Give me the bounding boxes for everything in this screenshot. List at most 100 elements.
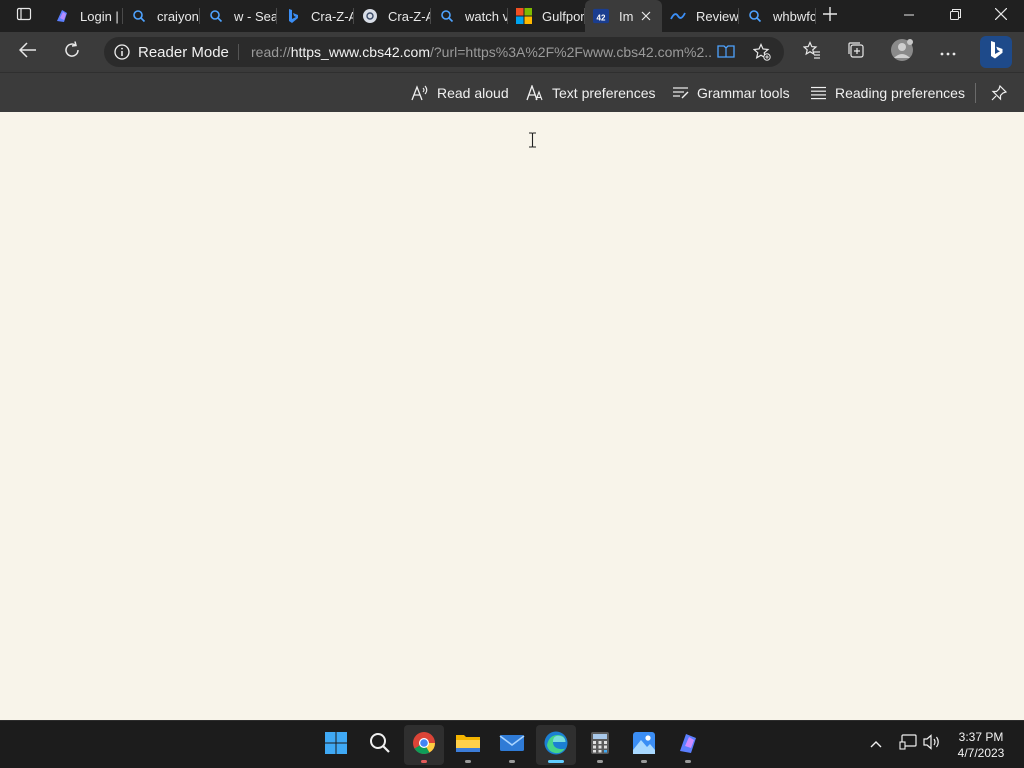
read-aloud-label: Read aloud <box>437 85 509 101</box>
taskbar-calculator[interactable] <box>580 725 620 765</box>
info-icon <box>114 44 130 60</box>
tab-whbwfc[interactable]: whbwfc <box>739 0 816 32</box>
reader-mode-label: Reader Mode <box>138 43 229 61</box>
search-icon <box>131 8 147 24</box>
favorites-button[interactable] <box>796 36 828 68</box>
restore-button[interactable] <box>932 0 978 32</box>
tab-cra-z-a-site[interactable]: Cra-Z-A <box>354 0 431 32</box>
refresh-button[interactable] <box>56 36 88 68</box>
tab-label: craiyon <box>157 8 199 24</box>
pin-toolbar-button[interactable] <box>991 83 1015 103</box>
taskbar-chrome[interactable] <box>404 725 444 765</box>
settings-more-button[interactable] <box>932 36 964 68</box>
file-explorer-icon <box>455 732 481 759</box>
add-favorite-icon[interactable] <box>752 42 772 62</box>
taskbar-clock[interactable]: 3:37 PM 4/7/2023 <box>948 729 1014 761</box>
plus-icon <box>823 6 837 26</box>
address-bar[interactable]: Reader Mode read://https_www.cbs42.com/?… <box>104 37 784 67</box>
taskbar-mail[interactable] <box>492 725 532 765</box>
microsoft-icon <box>516 8 532 24</box>
read-aloud-icon <box>411 85 429 101</box>
url-prefix: read:// <box>251 44 291 60</box>
taskbar-search-button[interactable] <box>360 725 400 765</box>
network-icon <box>899 733 917 755</box>
bing-chat-button[interactable] <box>980 36 1012 68</box>
clock-time: 3:37 PM <box>958 730 1004 744</box>
url-host: https_www.cbs42.com <box>290 44 430 60</box>
search-icon <box>747 8 763 24</box>
chevron-up-icon <box>870 735 882 753</box>
back-arrow-icon <box>18 41 37 63</box>
tab-w-search[interactable]: w - Sea <box>200 0 277 32</box>
read-aloud-button[interactable]: Read aloud <box>411 83 509 103</box>
taskbar-edge[interactable] <box>536 725 576 765</box>
grammar-tools-label: Grammar tools <box>697 85 790 101</box>
profile-button[interactable] <box>886 36 918 68</box>
navigation-bar: Reader Mode read://https_www.cbs42.com/?… <box>0 32 1024 72</box>
taskbar-file-explorer[interactable] <box>448 725 488 765</box>
close-window-button[interactable] <box>978 0 1024 32</box>
calculator-icon <box>590 731 610 760</box>
avatar <box>890 38 914 67</box>
copilot-icon <box>676 731 700 760</box>
back-button[interactable] <box>12 36 44 68</box>
tab-craiyon[interactable]: craiyon <box>123 0 200 32</box>
tab-login[interactable]: Login | <box>46 0 123 32</box>
tab-cra-z-a-bing[interactable]: Cra-Z-A <box>277 0 354 32</box>
tab-actions-button[interactable] <box>8 4 40 28</box>
close-tab-icon[interactable] <box>638 8 654 24</box>
tab-gulfport[interactable]: Gulfpor <box>508 0 585 32</box>
refresh-icon <box>63 40 81 64</box>
minimize-button[interactable] <box>886 0 932 32</box>
url-text[interactable]: read://https_www.cbs42.com/?url=https%3A… <box>251 44 711 60</box>
clock-date: 4/7/2023 <box>957 746 1005 760</box>
tab-label: Review <box>696 8 739 24</box>
search-icon <box>369 732 391 759</box>
tab-label: watch v <box>465 8 508 24</box>
collections-button[interactable] <box>840 36 872 68</box>
reader-mode-indicator[interactable]: Reader Mode <box>114 43 229 61</box>
search-icon <box>208 8 224 24</box>
favorites-icon <box>802 40 821 64</box>
grammar-tools-button[interactable]: Grammar tools <box>672 83 790 103</box>
reader-toolbar: Read aloud Text preferences Grammar tool… <box>0 72 1024 112</box>
windows-start-icon <box>325 731 347 759</box>
close-icon <box>994 7 1008 25</box>
immersive-reader-icon[interactable] <box>716 42 736 62</box>
tab-list: Login | craiyon w - Sea Cra-Z-A Cra-Z-A … <box>46 0 816 32</box>
minimize-icon <box>904 7 914 25</box>
reading-preferences-icon <box>810 86 827 100</box>
tab-label: Cra-Z-A <box>311 8 354 24</box>
grammar-tools-icon <box>672 86 689 100</box>
bing-icon <box>987 40 1005 65</box>
url-rest: /?url=https%3A%2F%2Fwww.cbs42.com%2... <box>430 44 711 60</box>
tab-cbs42-active[interactable]: 42 Im <box>585 0 662 32</box>
site-icon <box>362 8 378 24</box>
text-preferences-button[interactable]: Text preferences <box>526 83 656 103</box>
volume-icon <box>923 733 941 755</box>
tab-label: whbwfc <box>773 8 816 24</box>
tab-actions-icon <box>16 6 32 27</box>
volume-button[interactable] <box>921 733 943 755</box>
taskbar: 3:37 PM 4/7/2023 <box>0 720 1024 768</box>
tab-label: Login | <box>80 8 119 24</box>
site-icon <box>670 8 686 24</box>
taskbar-copilot[interactable] <box>668 725 708 765</box>
text-cursor-icon <box>528 132 537 153</box>
tab-review[interactable]: Review <box>662 0 739 32</box>
tab-label: w - Sea <box>234 8 277 24</box>
reading-preferences-label: Reading preferences <box>835 85 965 101</box>
tab-label: Im <box>619 8 634 24</box>
tab-watch[interactable]: watch v <box>431 0 508 32</box>
pin-icon <box>991 85 1007 101</box>
show-hidden-icons-button[interactable] <box>865 733 887 755</box>
search-icon <box>439 8 455 24</box>
tab-label: Cra-Z-A <box>388 8 431 24</box>
taskbar-photos[interactable] <box>624 725 664 765</box>
reader-content-area[interactable] <box>0 112 1024 720</box>
start-button[interactable] <box>316 725 356 765</box>
reading-preferences-button[interactable]: Reading preferences <box>810 83 965 103</box>
network-button[interactable] <box>897 733 919 755</box>
svg-text:42: 42 <box>597 13 606 22</box>
new-tab-button[interactable] <box>818 4 842 28</box>
